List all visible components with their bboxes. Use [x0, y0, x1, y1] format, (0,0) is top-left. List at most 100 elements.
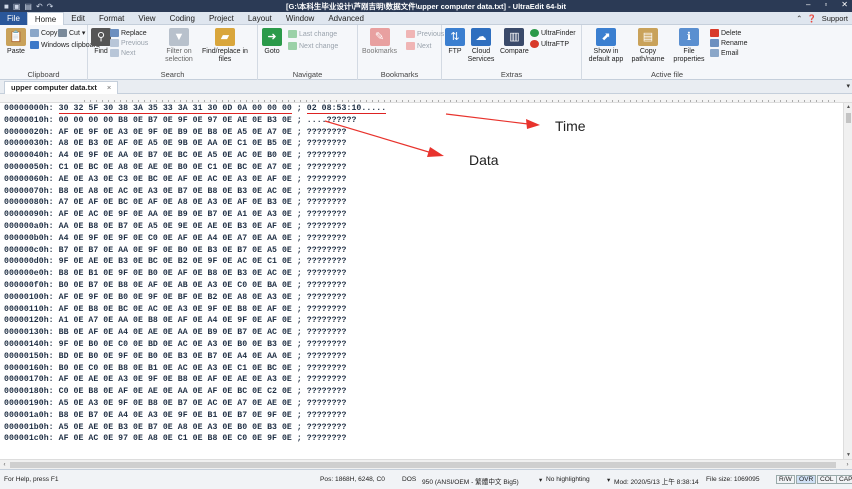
- menu-edit[interactable]: Edit: [64, 12, 92, 25]
- hex-row: 00000160h: B0 0E C0 0E B8 0E B1 0E AC 0E…: [4, 363, 347, 373]
- hex-editor[interactable]: 00000000h: 30 32 5F 30 38 3A 35 33 3A 31…: [0, 103, 843, 459]
- hex-row: 000000f0h: B0 0E B7 0E B8 0E AF 0E AB 0E…: [4, 281, 347, 290]
- compare-icon: ▥: [504, 28, 525, 46]
- ultrafinder-icon: [530, 29, 539, 37]
- file-properties-button[interactable]: ℹ File properties: [670, 28, 708, 64]
- col-indicator[interactable]: COL: [817, 475, 837, 484]
- scroll-down-icon[interactable]: ▼: [844, 451, 852, 459]
- copy-icon: [30, 29, 39, 37]
- minimize-button[interactable]: –: [806, 0, 810, 9]
- ultraftp-button[interactable]: UltraFTP: [530, 40, 569, 48]
- bookmark-next-button[interactable]: Next: [406, 42, 431, 50]
- ultraftp-icon: [530, 40, 539, 48]
- redo-icon[interactable]: ↷: [47, 2, 54, 11]
- replace-button[interactable]: Replace: [110, 29, 147, 37]
- vertical-scrollbar[interactable]: ▲ ▼: [843, 103, 852, 459]
- hex-row: 00000010h: 00 00 00 00 B8 0E B7 0E 9F 0E…: [4, 115, 357, 125]
- file-properties-icon: ℹ: [679, 28, 699, 46]
- previous-icon: [110, 39, 119, 47]
- scroll-up-icon[interactable]: ▲: [844, 103, 852, 111]
- next-change-button[interactable]: Next change: [288, 42, 338, 50]
- save-icon[interactable]: ▤: [24, 2, 32, 11]
- paste-button[interactable]: 📋 Paste: [6, 28, 26, 56]
- copy-path-name-button[interactable]: ▤ Copy path/name: [628, 28, 668, 64]
- copy-path-icon: ▤: [638, 28, 658, 46]
- bookmarks-button[interactable]: ✎ Bookmarks: [362, 28, 397, 56]
- find-next-button[interactable]: Next: [110, 49, 135, 57]
- app-icon: ■: [4, 1, 9, 11]
- hex-row: 00000060h: AE 0E A3 0E C3 0E BC 0E AF 0E…: [4, 174, 347, 184]
- compare-button[interactable]: ▥ Compare: [500, 28, 529, 56]
- clipboard-group: 📋 Paste Copy ▾ Cut ▾ Windows clipboard C…: [0, 25, 100, 80]
- horizontal-scroll-thumb[interactable]: [10, 462, 836, 468]
- collapse-ribbon-icon[interactable]: ⌃: [796, 14, 802, 23]
- menu-view[interactable]: View: [131, 12, 162, 25]
- cursor-position: Pos: 1868H, 6248, C0: [320, 476, 385, 483]
- ftp-icon: ⇅: [445, 28, 465, 46]
- hex-row: 000000b0h: A4 0E 9F 0E 9F 0E C0 0E AF 0E…: [4, 233, 347, 243]
- highlighting-dropdown-icon[interactable]: ▾: [539, 476, 542, 484]
- tab-list-dropdown-icon[interactable]: ▾: [846, 82, 850, 90]
- delete-button[interactable]: Delete: [710, 29, 741, 37]
- hex-row: 00000110h: AF 0E B8 0E BC 0E AC 0E A3 0E…: [4, 304, 347, 314]
- cut-icon: [58, 29, 67, 37]
- time-annotation: Time: [555, 118, 586, 134]
- line-ending-format[interactable]: DOS: [402, 476, 416, 483]
- rw-indicator[interactable]: R/W: [776, 475, 795, 484]
- vertical-scroll-thumb[interactable]: [846, 113, 851, 123]
- ftp-button[interactable]: ⇅ FTP: [445, 28, 465, 56]
- email-icon: [710, 49, 719, 57]
- find-replace-in-files-button[interactable]: ▰ Find/replace in files: [202, 28, 248, 64]
- modified-dropdown-icon[interactable]: ▾: [607, 476, 610, 484]
- open-external-icon: ⬈: [596, 28, 616, 46]
- menu-advanced[interactable]: Advanced: [321, 12, 371, 25]
- rename-button[interactable]: Rename: [710, 39, 747, 47]
- menu-format[interactable]: Format: [92, 12, 131, 25]
- cut-button[interactable]: Cut ▾: [58, 29, 85, 37]
- horizontal-scrollbar[interactable]: ‹ ›: [0, 459, 852, 469]
- menu-coding[interactable]: Coding: [163, 12, 202, 25]
- hex-row: 000001b0h: A5 0E AE 0E B3 0E B7 0E A8 0E…: [4, 422, 347, 432]
- codepage-selector[interactable]: 950 (ANSI/OEM - 繁體中文 Big5): [422, 476, 519, 486]
- paste-icon: 📋: [6, 28, 26, 46]
- highlighting-selector[interactable]: No highlighting: [546, 476, 590, 483]
- search-group: ⚲ Find Replace Previous Next ▼ Filter on…: [88, 25, 258, 80]
- find-previous-button[interactable]: Previous: [110, 39, 148, 47]
- menu-layout[interactable]: Layout: [241, 12, 279, 25]
- open-icon[interactable]: ▣: [13, 2, 21, 11]
- ultrafinder-button[interactable]: UltraFinder: [530, 29, 576, 37]
- last-change-button[interactable]: Last change: [288, 30, 337, 38]
- find-button[interactable]: ⚲ Find: [91, 28, 111, 56]
- hex-row: 00000020h: AF 0E 9F 0E A3 0E 9F 0E B9 0E…: [4, 127, 347, 137]
- menu-home[interactable]: Home: [26, 11, 65, 25]
- hex-row: 000000d0h: 9F 0E AE 0E B3 0E BC 0E B2 0E…: [4, 257, 347, 267]
- active-file-group: ⬈ Show in default app ▤ Copy path/name ℹ…: [582, 25, 852, 80]
- support-menu[interactable]: Support: [822, 14, 848, 23]
- folder-search-icon: ▰: [215, 28, 235, 46]
- hex-row: 00000000h: 30 32 5F 30 38 3A 35 33 3A 31…: [4, 104, 387, 114]
- filter-on-selection-button[interactable]: ▼ Filter on selection: [160, 28, 198, 64]
- hex-row: 00000130h: BB 0E AF 0E A4 0E AE 0E AA 0E…: [4, 328, 347, 338]
- undo-icon[interactable]: ↶: [36, 2, 43, 11]
- status-help-text: For Help, press F1: [4, 476, 59, 483]
- clipboard-icon: [30, 41, 39, 49]
- help-icon[interactable]: ❓: [807, 14, 816, 23]
- maximize-button[interactable]: ▫: [824, 0, 827, 9]
- data-annotation: Data: [469, 152, 499, 168]
- filter-icon: ▼: [169, 28, 189, 46]
- tab-close-icon[interactable]: ×: [107, 82, 111, 94]
- show-in-default-app-button[interactable]: ⬈ Show in default app: [586, 28, 626, 64]
- menu-window[interactable]: Window: [279, 12, 321, 25]
- close-button[interactable]: ✕: [841, 0, 848, 9]
- goto-button[interactable]: ➜ Goto: [262, 28, 282, 56]
- menu-project[interactable]: Project: [202, 12, 241, 25]
- menu-file[interactable]: File: [0, 11, 27, 25]
- tab-upper-computer-data[interactable]: upper computer data.txt ×: [4, 81, 119, 94]
- email-button[interactable]: Email: [710, 49, 739, 57]
- bookmark-previous-button[interactable]: Previous: [406, 30, 444, 38]
- ovr-indicator[interactable]: OVR: [796, 475, 817, 484]
- ribbon: 📋 Paste Copy ▾ Cut ▾ Windows clipboard C…: [0, 25, 852, 80]
- next-change-icon: [288, 42, 297, 50]
- cloud-services-button[interactable]: ☁ Cloud Services: [466, 28, 496, 64]
- hex-row: 00000100h: AF 0E 9F 0E B0 0E 9F 0E BF 0E…: [4, 292, 347, 302]
